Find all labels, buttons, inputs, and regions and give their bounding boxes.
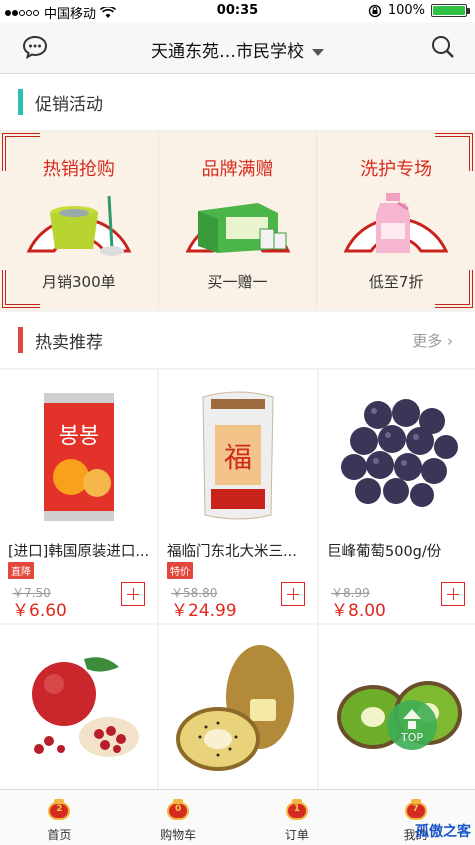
add-to-cart-button[interactable] [441,582,465,606]
product-card[interactable]: 福 福临门东北大米三... 特价 ￥58.80 ￥24.99 [159,370,317,623]
add-to-cart-button[interactable] [281,582,305,606]
status-right: 100% [368,3,470,18]
status-bar: 中国移动 00:35 100% [0,0,475,22]
promo-title: 品牌满赠 [201,159,274,180]
tab-label: 购物车 [160,828,197,842]
tab-home[interactable]: 2 首页 [0,790,119,845]
product-image: 봉봉 [0,370,157,540]
tab-badge: 0 [174,804,182,814]
product-name: 巨峰葡萄500g/份 [327,544,442,560]
juice-can-icon: 봉봉 [43,393,114,521]
promo-card-hot-sale[interactable]: 热销抢购 月销300单 [0,131,159,310]
section-title: 促销活动 [35,94,103,115]
promo-subtitle: 月销300单 [42,273,116,291]
lantern-icon: 2 [47,798,71,824]
location-selector[interactable]: 天通东苑…市民学校 [0,37,475,62]
tab-orders[interactable]: 1 订单 [238,790,357,845]
product-image: 福 [159,370,317,540]
mop-bucket-icon [26,195,132,256]
tab-badge: 7 [412,804,419,814]
chevron-down-icon [312,48,324,56]
arrow-stem [408,721,416,729]
kiwi-icon [176,645,294,771]
product-name: [进口]韩国原装进口... [8,544,150,560]
svg-text:福: 福 [224,441,252,474]
watermark: 孤傲之客 [415,824,471,840]
search-icon[interactable] [431,35,455,59]
sale-price: ￥8.00 [331,601,386,621]
product-name: 福临门东北大米三... [167,544,297,560]
tab-badge: 1 [293,804,300,814]
promo-subtitle: 买一赠一 [207,273,268,291]
sale-price: ￥6.60 [12,601,67,621]
lantern-icon: 1 [285,798,309,824]
product-tag: 直降 [8,562,34,579]
hot-section-header: 热卖推荐 更多 › [0,312,475,368]
promo-section-header: 促销活动 [0,74,475,130]
product-card[interactable]: 봉봉 [进口]韩国原装进口... 直降 ￥7.50 ￥6.60 [0,370,157,623]
lantern-icon: 0 [166,798,190,824]
promo-strip: 热销抢购 月销300单 品牌满赠 买一赠一 洗护专场 低至7折 [0,130,475,310]
top-label: TOP [400,731,423,744]
tab-cart[interactable]: 0 购物车 [119,790,238,845]
more-link[interactable]: 更多 › [412,330,453,351]
corner-ornament [435,133,474,171]
tab-label: 订单 [284,828,309,842]
promo-card-care[interactable]: 洗护专场 低至7折 [317,131,475,310]
product-card[interactable]: 巨峰葡萄500g/份 ￥8.99 ￥8.00 [319,370,475,623]
section-accent-bar [18,89,23,115]
nav-bar: 天通东苑…市民学校 [0,22,475,74]
milk-box-icon [185,203,290,253]
sale-price: ￥24.99 [171,601,237,621]
pomegranate-icon [31,657,139,757]
promo-card-brand-gift[interactable]: 品牌满赠 买一赠一 [158,131,318,310]
rotation-lock-icon [368,4,381,17]
add-to-cart-button[interactable] [121,582,145,606]
detergent-bottle-icon [343,193,449,253]
battery-icon [431,4,470,17]
product-image [319,370,475,540]
tab-label: 首页 [47,828,72,842]
chevron-right-icon: › [447,331,453,350]
battery-percent: 100% [387,3,425,18]
arrow-up-icon [403,709,421,719]
promo-subtitle: 低至7折 [368,273,424,291]
product-tag: 特价 [167,562,193,579]
section-title: 热卖推荐 [35,332,103,353]
product-card[interactable] [159,625,317,793]
corner-ornament [2,133,40,171]
grapes-icon [341,399,458,507]
rice-bag-icon: 福 [202,391,274,520]
location-title: 天通东苑…市民学校 [151,42,304,62]
more-label: 更多 [412,331,443,350]
product-card[interactable] [0,625,157,793]
section-accent-bar [18,327,23,353]
back-to-top-button[interactable]: TOP [387,700,437,750]
tab-bar: 2 首页 0 购物车 1 订单 7 我的 孤傲之客 [0,789,475,845]
tab-badge: 2 [56,804,63,814]
svg-text:봉봉: 봉봉 [58,424,98,449]
